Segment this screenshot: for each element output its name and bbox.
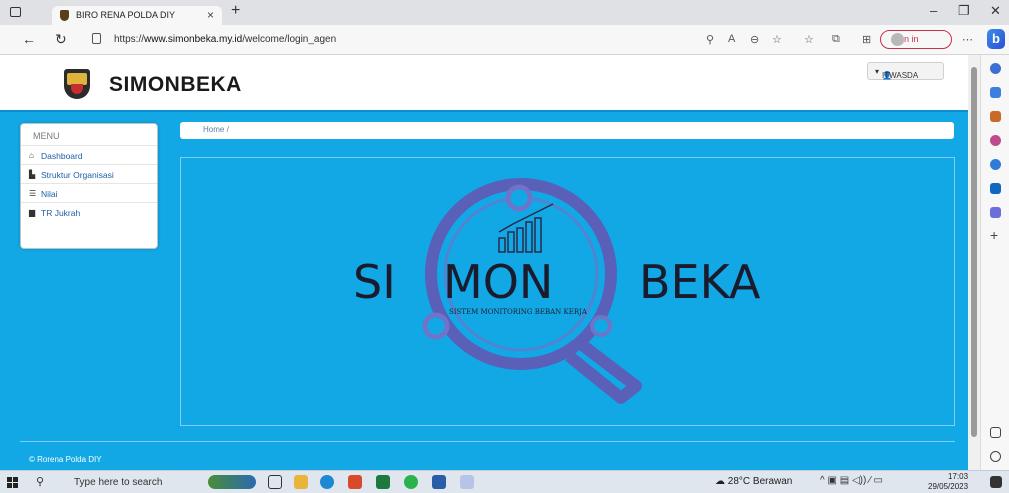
scrollbar-thumb[interactable] [971, 67, 977, 437]
home-icon: ⌂ [29, 151, 34, 160]
refresh-icon[interactable]: ↻ [55, 31, 67, 48]
search-highlight-icon[interactable] [208, 475, 256, 489]
sidebar-settings-icon[interactable] [990, 451, 1001, 462]
simonbeka-logo: SI MON BEKA SISTEM MONITORING BEBAN KERJ… [353, 178, 761, 404]
bar-chart-icon [498, 203, 554, 253]
restore-icon[interactable]: ❐ [958, 3, 970, 19]
user-dropdown-button[interactable]: 👤 ITWASDA ▾ [867, 62, 944, 80]
minimize-icon[interactable]: – [930, 3, 937, 18]
network-icon[interactable]: ▣ [827, 475, 836, 486]
windows-start-icon[interactable] [7, 477, 18, 488]
tab-actions-icon[interactable] [10, 7, 21, 17]
ring-node-top [505, 184, 533, 212]
footer-divider [20, 441, 955, 442]
logo-text-beka: BEKA [639, 255, 761, 309]
footer-copyright: © Rorena Polda DIY [29, 455, 102, 464]
collections-icon[interactable]: ⧉ [832, 33, 840, 46]
breadcrumb-home-link[interactable]: Home / [203, 125, 229, 134]
tools-icon[interactable] [990, 111, 1001, 122]
outlook-icon[interactable] [990, 183, 1001, 194]
sign-in-button[interactable]: Sign in [880, 30, 952, 49]
system-tray[interactable]: ^ ▣ ▤ ◁)) ∕ ▭ [820, 475, 883, 486]
browser-tab-bar: BIRO RENA POLDA DIY × + – ❐ ✕ [0, 0, 1009, 25]
file-explorer-icon[interactable] [294, 475, 308, 489]
paint-icon[interactable] [460, 475, 474, 489]
pen-icon[interactable]: ∕ [869, 475, 871, 486]
logo-text-si: SI [353, 255, 396, 309]
tab-title: BIRO RENA POLDA DIY [76, 10, 176, 20]
shopping-tag-icon[interactable] [990, 87, 1001, 98]
key-icon[interactable]: ⚲ [706, 33, 714, 46]
cloud-sun-icon: ☁ [715, 476, 728, 487]
logo-text-mon: MON [443, 255, 553, 309]
windows-taskbar: ⚲ Type here to search ☁ 28°C Berawan ^ ▣… [0, 470, 1009, 493]
excel-icon[interactable] [376, 475, 390, 489]
profile-avatar-icon [891, 33, 904, 46]
close-window-icon[interactable]: ✕ [990, 3, 1001, 19]
edge-sidebar: + [980, 55, 1009, 470]
site-header: SIMONBEKA 👤 ITWASDA ▾ [0, 55, 968, 112]
ring-node-right [590, 315, 612, 337]
new-tab-icon[interactable]: + [231, 2, 240, 20]
weather-widget[interactable]: ☁ 28°C Berawan [715, 476, 792, 487]
breadcrumb: Home / [180, 122, 954, 139]
chevron-up-icon[interactable]: ^ [820, 475, 825, 486]
browser-tab[interactable]: BIRO RENA POLDA DIY × [52, 6, 222, 25]
lock-icon [92, 33, 101, 44]
add-sidebar-app-icon[interactable]: + [990, 228, 1001, 242]
police-emblem-icon [64, 69, 90, 99]
favorites-icon[interactable]: ☆ [804, 33, 814, 46]
edge-icon[interactable] [320, 475, 334, 489]
volume-icon[interactable]: ◁)) [852, 475, 866, 486]
ring-node-left [422, 312, 450, 340]
read-aloud-icon[interactable]: A [728, 33, 735, 45]
address-bar: ← ↻ https://www.simonbeka.my.id/welcome/… [0, 25, 1009, 55]
more-options-icon[interactable]: ⋯ [962, 33, 973, 46]
favorite-add-icon[interactable]: ☆ [772, 33, 782, 46]
url-text: https://www.simonbeka.my.id/welcome/logi… [114, 34, 337, 45]
book-icon: ▙ [29, 170, 36, 179]
page-scrollbar[interactable] [968, 55, 980, 470]
zoom-icon[interactable]: ⊖ [750, 33, 759, 46]
bing-icon[interactable]: b [987, 29, 1005, 49]
sidebar-item-tr-jukrah[interactable]: ▆ TR Jukrah [21, 202, 157, 221]
extensions-icon[interactable]: ⊞ [862, 33, 871, 46]
back-arrow-icon[interactable]: ← [22, 31, 36, 47]
list-icon: ☰ [29, 189, 37, 198]
sidebar-item-struktur-organisasi[interactable]: ▙ Struktur Organisasi [21, 164, 157, 183]
search-sidebar-icon[interactable] [990, 63, 1001, 74]
keyboard-icon[interactable]: ▭ [874, 475, 883, 486]
search-icon: ⚲ [36, 476, 45, 488]
sidebar-item-dashboard[interactable]: ⌂ Dashboard [21, 145, 157, 164]
drop-icon[interactable] [990, 207, 1001, 218]
menu-heading: MENU [33, 131, 60, 141]
site-favicon-icon [60, 10, 69, 21]
site-brand: SIMONBEKA [109, 73, 242, 96]
sidebar-item-nilai[interactable]: ☰ Nilai [21, 183, 157, 202]
magnifier-handle [565, 339, 642, 404]
web-page: SIMONBEKA 👤 ITWASDA ▾ MENU ⌂ Dashboard ▙… [0, 55, 968, 470]
hero-banner: SI MON BEKA SISTEM MONITORING BEBAN KERJ… [180, 157, 955, 426]
close-tab-icon[interactable]: × [207, 8, 214, 22]
taskbar-clock[interactable]: 17:03 29/05/2023 [928, 472, 968, 492]
url-field[interactable]: https://www.simonbeka.my.id/welcome/logi… [92, 30, 732, 50]
office-app-icon[interactable] [348, 475, 362, 489]
games-icon[interactable] [990, 135, 1001, 146]
task-view-icon[interactable] [268, 475, 282, 489]
sidebar-menu: MENU ⌂ Dashboard ▙ Struktur Organisasi ☰… [20, 123, 158, 249]
battery-icon[interactable]: ▤ [840, 475, 849, 486]
word-icon[interactable] [432, 475, 446, 489]
logo-tagline: SISTEM MONITORING BEBAN KERJA [449, 308, 588, 316]
whatsapp-icon[interactable] [404, 475, 418, 489]
taskbar-search[interactable]: ⚲ Type here to search [28, 473, 198, 492]
notifications-icon[interactable] [990, 476, 1002, 488]
sidebar-toggle-icon[interactable] [990, 427, 1001, 438]
folder-icon: ▆ [29, 208, 36, 217]
office-icon[interactable] [990, 159, 1001, 170]
